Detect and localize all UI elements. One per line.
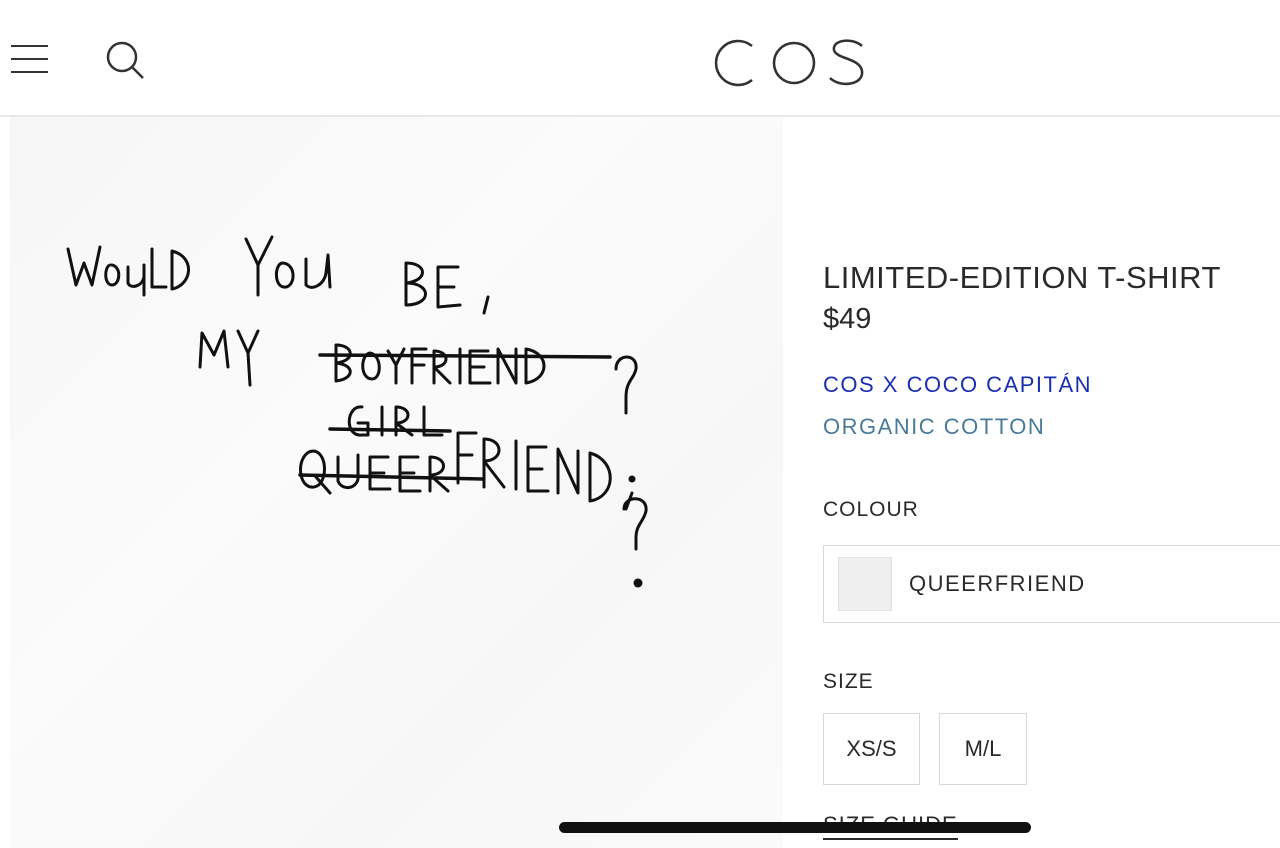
material-link[interactable]: ORGANIC COTTON: [823, 414, 1045, 440]
colour-label: COLOUR: [823, 498, 919, 521]
size-option-xs-s[interactable]: XS/S: [823, 713, 920, 785]
site-header: [0, 0, 1280, 117]
home-indicator[interactable]: [559, 822, 1031, 833]
product-image[interactable]: [10, 117, 783, 848]
collab-link[interactable]: COS X COCO CAPITÁN: [823, 372, 1092, 398]
product-price: $49: [823, 303, 872, 335]
size-option-m-l[interactable]: M/L: [939, 713, 1027, 785]
product-title: LIMITED-EDITION T-SHIRT: [823, 260, 1221, 295]
colour-value: QUEERFRIEND: [909, 571, 1086, 596]
product-details-panel: LIMITED-EDITION T-SHIRT $49 COS X COCO C…: [823, 117, 1280, 848]
tshirt-print-artwork: [66, 235, 648, 588]
colour-swatch: [838, 557, 892, 611]
size-label: SIZE: [823, 670, 874, 693]
hamburger-menu-icon[interactable]: [10, 42, 50, 76]
colour-selector[interactable]: QUEERFRIEND: [823, 545, 1280, 623]
brand-logo[interactable]: [712, 34, 872, 94]
search-icon[interactable]: [102, 38, 148, 84]
